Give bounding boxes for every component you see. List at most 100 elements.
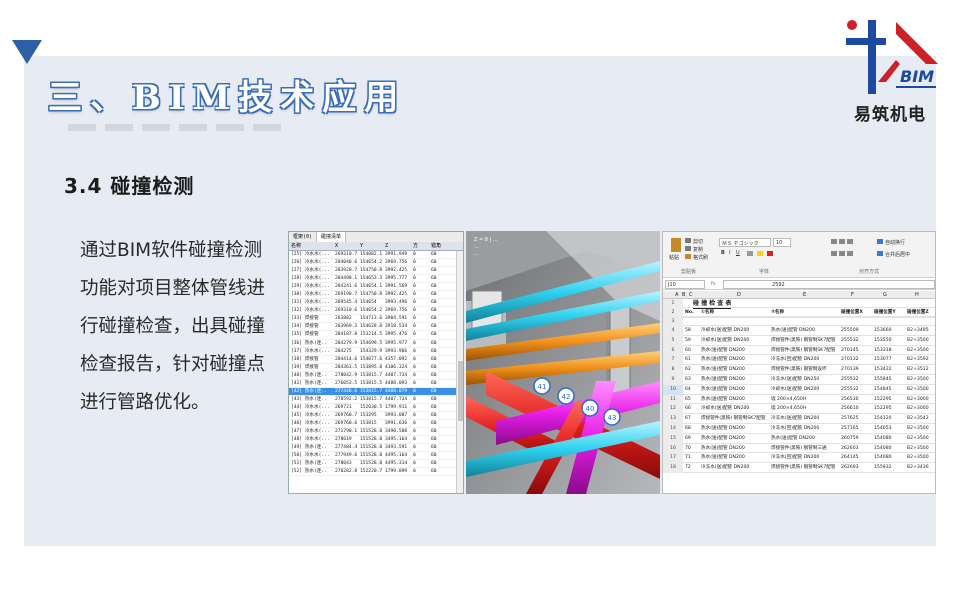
cell-position[interactable]: 270139 — [841, 365, 873, 375]
col-g[interactable]: G — [883, 291, 887, 299]
cell-no[interactable]: 58 — [685, 326, 699, 336]
align-center-icon[interactable] — [839, 251, 845, 256]
clash-row[interactable]: [43] 热水(连.. 278592.2 153815.7 4407.734 0 60 — [289, 396, 463, 404]
cell-position[interactable]: 255532 — [841, 385, 873, 395]
clash-row[interactable]: [51] 热水(连.. 278043 151528.8 4495.314 0 60 — [289, 460, 463, 469]
cell-position[interactable]: 255509 — [841, 326, 873, 336]
col-angle[interactable]: 错角 — [431, 242, 451, 250]
row-number[interactable]: 9 — [663, 375, 683, 385]
clash-row[interactable]: [31] 冷水水(... 269545.4 154654 3993.496 0 60 — [289, 299, 463, 308]
row-number[interactable]: 17 — [663, 453, 683, 464]
cell-position[interactable]: B2+3500 — [907, 346, 935, 356]
clash-marker-40[interactable]: 40 — [581, 399, 599, 417]
cell-position[interactable]: 154080 — [874, 434, 906, 444]
col-b[interactable]: B — [682, 291, 685, 299]
cell-name-1[interactable]: 热水(送)配管 DN200 — [701, 453, 769, 463]
cell-position[interactable]: 262603 — [841, 444, 873, 454]
row-number[interactable]: 10 — [663, 384, 683, 395]
cell-no[interactable]: 69 — [685, 434, 699, 444]
cell-position[interactable]: 270145 — [841, 346, 873, 356]
cell-position[interactable]: 154080 — [874, 444, 906, 454]
border-icon[interactable] — [747, 251, 753, 256]
align-right-icon[interactable] — [847, 251, 853, 256]
cell-position[interactable]: 270132 — [841, 355, 873, 365]
col-e[interactable]: E — [803, 291, 806, 299]
cell-position[interactable]: 255532 — [841, 375, 873, 385]
clash-row[interactable]: [35] 焊接管 284187.8 153214.5 3995.476 0 60 — [289, 331, 463, 340]
cell-name-2[interactable]: 冷冻水(回)配管 DN200 — [771, 424, 839, 434]
cell-name-2[interactable]: 冷冻水(回)配管 DN200 — [771, 453, 839, 463]
clash-row[interactable]: [29] 冷水水(... 284241.6 154654.1 3991.569 0 60 — [289, 283, 463, 292]
row-number[interactable]: 3 — [663, 317, 683, 326]
cut-icon[interactable] — [685, 238, 691, 243]
clash-marker-43[interactable]: 43 — [603, 408, 621, 426]
format-painter-icon[interactable] — [685, 254, 691, 259]
cell-name-2[interactable]: 焊接管件(黑铁) 钢管制设坏 — [771, 365, 839, 375]
cell-position[interactable]: B2+3512 — [907, 365, 935, 375]
align-middle-icon[interactable] — [839, 239, 845, 244]
cell-position[interactable]: B2+3500 — [907, 375, 935, 385]
align-left-icon[interactable] — [831, 251, 837, 256]
cell-name-1[interactable]: 冷却水(送)配管 DN200 — [701, 326, 769, 336]
cell-name-1[interactable]: 热水(送)配管 DN200 — [701, 365, 769, 375]
cell-position[interactable]: 152295 — [874, 404, 906, 414]
cell-position[interactable]: 154053 — [874, 424, 906, 434]
cell-position[interactable]: 256530 — [841, 395, 873, 405]
cell-name-2[interactable]: 墙 200×4,650H — [771, 395, 839, 405]
cell-name-2[interactable]: 热水(送)配管 DN200 — [771, 326, 839, 336]
paste-icon[interactable] — [671, 238, 681, 252]
cell-no[interactable]: 59 — [685, 336, 699, 346]
col-direction[interactable]: 方 — [413, 242, 431, 250]
clash-row[interactable]: [36] 热水(连.. 284279.9 154699.5 3995.977 0 60 — [289, 340, 463, 348]
cell-name-1[interactable]: 冷却水(送)配管 DN200 — [701, 404, 769, 414]
cell-name-1[interactable]: 热水(送)配管 DN200 — [701, 385, 769, 395]
cell-name-1[interactable]: 热水(送)配管 DN200 — [701, 375, 769, 385]
clash-row[interactable]: [28] 冷水水(... 284490.1 154653.3 3995.777 0 60 — [289, 275, 463, 284]
cell-no[interactable]: 60 — [685, 346, 699, 356]
cell-position[interactable]: 152295 — [874, 395, 906, 405]
clash-row[interactable]: [30] 冷水水(... 269190.7 154750.8 3992.425 0 60 — [289, 291, 463, 300]
wrap-text-icon[interactable] — [877, 239, 883, 244]
merge-center-button[interactable]: 合并后居中 — [885, 251, 910, 258]
cell-position[interactable]: 260759 — [841, 434, 873, 444]
col-x[interactable]: X — [335, 242, 360, 250]
clash-row[interactable]: [48] 冷水水(... 278619 151528.8 3495.164 0 60 — [289, 436, 463, 445]
clash-row[interactable]: [45] 冷水水(... 269760.7 153295 3993.087 0 60 — [289, 412, 463, 420]
clash-row[interactable]: [49] 热水(连.. 277484.4 151528.8 3493.591 0 60 — [289, 444, 463, 453]
row-number[interactable]: 13 — [663, 414, 683, 424]
clash-row[interactable]: [39] 焊接管 284363.5 153895.8 4106.324 0 60 — [289, 364, 463, 372]
clash-row[interactable]: [26] 冷水水(... 284040.6 154654.2 3969.756 0 60 — [289, 259, 463, 268]
copy-icon[interactable] — [685, 246, 691, 251]
cell-name-1[interactable]: 热水(送)配管 DN200 — [701, 424, 769, 434]
clash-marker-41[interactable]: 41 — [533, 377, 551, 395]
cell-name-2[interactable]: 焊接管件(黑铁) 钢管制SK7配管 — [771, 463, 839, 473]
cell-no[interactable]: 70 — [685, 444, 699, 454]
row-number[interactable]: 8 — [663, 365, 683, 375]
cell-name-1[interactable]: 热水(送)配管 DN200 — [701, 395, 769, 405]
cell-position[interactable]: B2+3500 — [907, 444, 935, 454]
bim-3d-viewport[interactable]: 41 42 40 43 Z = 8 | ... ... ... — [466, 231, 660, 494]
cell-position[interactable]: B2+3000 — [907, 395, 935, 405]
clash-row[interactable]: [42] 热水(连.. 277448.6 153815.7 4488.079 0 60 — [289, 387, 463, 396]
paste-button[interactable]: 粘贴 — [669, 254, 679, 261]
clash-row[interactable]: [33] 焊接管 263882 154713.6 3904.591 0 60 — [289, 315, 463, 324]
clash-row[interactable]: [46] 冷水水(... 269760.6 153815 3991.636 0 60 — [289, 420, 463, 429]
cell-position[interactable]: 154845 — [874, 385, 906, 395]
cell-position[interactable]: 153550 — [874, 336, 906, 346]
cell-name-2[interactable]: 热水(送)配管 DN200 — [771, 434, 839, 444]
col-z[interactable]: Z — [385, 242, 413, 250]
col-h[interactable]: H — [915, 291, 919, 299]
clash-marker-42[interactable]: 42 — [557, 387, 575, 405]
cell-name-1[interactable]: 热水(送)配管 DN200 — [701, 346, 769, 356]
cell-position[interactable]: 155845 — [874, 375, 906, 385]
cell-no[interactable]: 72 — [685, 463, 699, 473]
clash-row[interactable]: [50] 冷水水(... 277949.6 151528.8 4495.164 0 60 — [289, 452, 463, 461]
row-number[interactable]: 18 — [663, 463, 683, 473]
cell-position[interactable]: B2+3592 — [907, 355, 935, 365]
row-number[interactable]: 7 — [663, 355, 683, 366]
cell-position[interactable]: 153077 — [874, 355, 906, 365]
row-number[interactable]: 4 — [663, 326, 683, 336]
cell-no[interactable]: 71 — [685, 453, 699, 463]
tab-clash-list[interactable]: 碰撞清单 — [317, 232, 347, 242]
row-number[interactable]: 6 — [663, 345, 683, 356]
